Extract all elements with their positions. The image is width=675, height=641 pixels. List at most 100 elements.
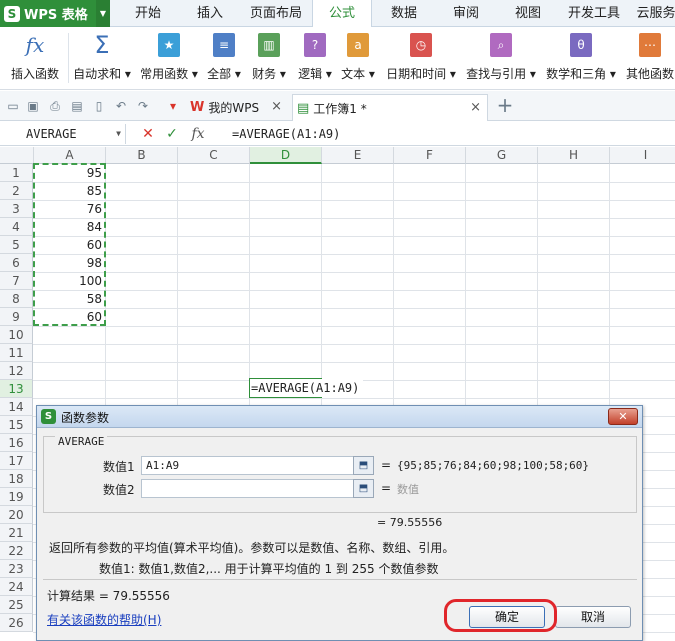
name-box[interactable]: AVERAGE ▼ bbox=[0, 124, 126, 144]
function-name-label: AVERAGE bbox=[55, 435, 108, 448]
column-header-b[interactable]: B bbox=[106, 147, 178, 164]
tab-review[interactable]: 审阅 bbox=[438, 0, 494, 27]
tab-view[interactable]: 视图 bbox=[500, 0, 556, 27]
tab-formulas[interactable]: 公式 bbox=[312, 0, 372, 28]
row-header[interactable]: 10 bbox=[0, 326, 33, 344]
date-time-functions-button[interactable]: ◷ 日期和时间 ▾ bbox=[382, 29, 460, 87]
close-icon[interactable]: × bbox=[470, 100, 481, 115]
book-icon: ≡ bbox=[213, 33, 235, 57]
open-folder-icon[interactable]: ▭ bbox=[6, 99, 20, 113]
grid-line bbox=[33, 362, 675, 363]
print-icon[interactable]: ▤ bbox=[70, 99, 84, 113]
row-header[interactable]: 3 bbox=[0, 200, 33, 218]
wps-logo-icon: S bbox=[41, 409, 56, 424]
tab-developer[interactable]: 开发工具 bbox=[562, 0, 626, 27]
formula-input[interactable]: =AVERAGE(A1:A9) bbox=[232, 124, 340, 144]
column-header-a[interactable]: A bbox=[34, 147, 106, 164]
math-trig-button[interactable]: θ 数学和三角 ▾ bbox=[542, 29, 620, 87]
row-header[interactable]: 17 bbox=[0, 452, 33, 470]
equals-sign: = bbox=[381, 458, 392, 472]
wps-w-icon: W bbox=[190, 100, 205, 115]
close-icon[interactable]: × bbox=[271, 99, 282, 114]
row-header[interactable]: 5 bbox=[0, 236, 33, 254]
all-functions-button[interactable]: ≡ 全部 ▾ bbox=[204, 29, 244, 87]
row-header[interactable]: 20 bbox=[0, 506, 33, 524]
row-header[interactable]: 6 bbox=[0, 254, 33, 272]
row-header[interactable]: 4 bbox=[0, 218, 33, 236]
column-header-i[interactable]: I bbox=[610, 147, 675, 164]
ribbon: fx 插入函数 Σ 自动求和 ▾ ★ 常用函数 ▾ ≡ 全部 ▾ ▥ 财务 ▾ … bbox=[0, 27, 675, 90]
dialog-title-bar[interactable]: S 函数参数 ✕ bbox=[37, 406, 642, 428]
quick-access-menu-icon[interactable]: ▾ bbox=[166, 99, 180, 113]
collapse-range-button[interactable]: ⬒ bbox=[353, 456, 374, 475]
row-header[interactable]: 8 bbox=[0, 290, 33, 308]
cancel-button[interactable]: 取消 bbox=[555, 606, 631, 628]
column-header-e[interactable]: E bbox=[322, 147, 394, 164]
save-icon[interactable]: ▣ bbox=[26, 99, 40, 113]
tab-data[interactable]: 数据 bbox=[376, 0, 432, 27]
row-header[interactable]: 26 bbox=[0, 614, 33, 632]
row-header[interactable]: 25 bbox=[0, 596, 33, 614]
text-functions-button[interactable]: a 文本 ▾ bbox=[338, 29, 378, 87]
search-book-icon: ⌕ bbox=[490, 33, 512, 57]
row-header[interactable]: 15 bbox=[0, 416, 33, 434]
tab-workbook1[interactable]: ▤ 工作簿1 * × bbox=[292, 94, 488, 121]
tab-cloud-service[interactable]: 云服务 bbox=[632, 0, 675, 27]
tab-my-wps[interactable]: W 我的WPS × bbox=[186, 94, 288, 121]
row-header[interactable]: 18 bbox=[0, 470, 33, 488]
finance-book-icon: ▥ bbox=[258, 33, 280, 57]
wps-app-menu-button[interactable]: S WPS 表格 ▼ bbox=[0, 0, 110, 27]
close-button[interactable]: ✕ bbox=[608, 408, 638, 425]
other-functions-button[interactable]: ⋯ 其他函数 bbox=[622, 29, 675, 87]
column-header-d[interactable]: D bbox=[250, 147, 322, 164]
row-header[interactable]: 16 bbox=[0, 434, 33, 452]
fx-icon[interactable]: fx bbox=[188, 125, 208, 143]
cell-d13[interactable]: =AVERAGE(A1:A9) bbox=[250, 379, 364, 397]
tab-insert[interactable]: 插入 bbox=[182, 0, 238, 27]
row-header[interactable]: 1 bbox=[0, 164, 33, 182]
grid-line bbox=[33, 308, 675, 309]
lookup-reference-button[interactable]: ⌕ 查找与引用 ▾ bbox=[462, 29, 540, 87]
grid-line bbox=[33, 182, 675, 183]
row-header[interactable]: 24 bbox=[0, 578, 33, 596]
fx-icon: fx bbox=[25, 33, 45, 57]
column-header-c[interactable]: C bbox=[178, 147, 250, 164]
row-header[interactable]: 11 bbox=[0, 344, 33, 362]
tab-page-layout[interactable]: 页面布局 bbox=[244, 0, 308, 27]
cancel-icon[interactable]: ✕ bbox=[140, 125, 156, 143]
collapse-range-button[interactable]: ⬒ bbox=[353, 479, 374, 498]
tab-home[interactable]: 开始 bbox=[120, 0, 176, 27]
column-header-g[interactable]: G bbox=[466, 147, 538, 164]
confirm-icon[interactable]: ✓ bbox=[164, 125, 180, 143]
row-header[interactable]: 7 bbox=[0, 272, 33, 290]
row-header[interactable]: 22 bbox=[0, 542, 33, 560]
column-header-h[interactable]: H bbox=[538, 147, 610, 164]
row-header[interactable]: 14 bbox=[0, 398, 33, 416]
print-preview-icon[interactable]: ⎙ bbox=[48, 99, 62, 113]
logic-functions-button[interactable]: ? 逻辑 ▾ bbox=[294, 29, 336, 87]
row-header[interactable]: 12 bbox=[0, 362, 33, 380]
row-header[interactable]: 2 bbox=[0, 182, 33, 200]
common-functions-button[interactable]: ★ 常用函数 ▾ bbox=[136, 29, 202, 87]
row-header[interactable]: 21 bbox=[0, 524, 33, 542]
function-help-link[interactable]: 有关该函数的帮助(H) bbox=[47, 611, 161, 628]
row-header[interactable]: 19 bbox=[0, 488, 33, 506]
finance-functions-button[interactable]: ▥ 财务 ▾ bbox=[246, 29, 292, 87]
select-all-corner[interactable] bbox=[0, 147, 34, 164]
column-header-f[interactable]: F bbox=[394, 147, 466, 164]
row-header[interactable]: 9 bbox=[0, 308, 33, 326]
grid-line bbox=[33, 254, 675, 255]
arg2-input[interactable] bbox=[141, 479, 371, 498]
arg1-result: {95;85;76;84;60;98;100;58;60} bbox=[397, 459, 590, 472]
row-header[interactable]: 23 bbox=[0, 560, 33, 578]
wps-logo-icon: S bbox=[4, 5, 20, 22]
partial-result: = 79.55556 bbox=[377, 516, 443, 529]
undo-icon[interactable]: ↶ bbox=[114, 99, 128, 113]
arg1-input[interactable]: A1:A9 bbox=[141, 456, 371, 475]
new-tab-icon[interactable]: + bbox=[495, 95, 515, 115]
export-pdf-icon[interactable]: ▯ bbox=[92, 99, 106, 113]
insert-function-button[interactable]: fx 插入函数 bbox=[4, 29, 66, 87]
row-header-selected[interactable]: 13 bbox=[0, 380, 33, 398]
redo-icon[interactable]: ↷ bbox=[136, 99, 150, 113]
autosum-button[interactable]: Σ 自动求和 ▾ bbox=[70, 29, 134, 87]
